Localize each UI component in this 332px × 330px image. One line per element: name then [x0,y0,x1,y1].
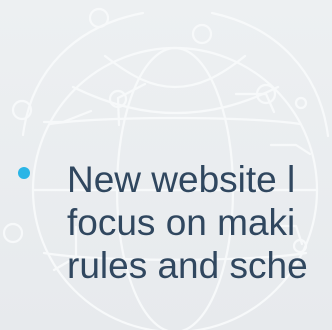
bullet-text-line-1: New website l [67,159,296,200]
bullet-dot-icon [18,167,30,179]
bullet-text-block: New website l focus on maki rules and sc… [18,158,332,287]
bullet-text-line-3: rules and sche [67,245,308,286]
bullet-list-item: New website l [18,158,332,201]
bullet-text-line-2: focus on maki [67,202,296,243]
bullet-text-line-2-row: focus on maki [18,201,332,244]
bullet-text-line-3-row: rules and sche [18,244,332,287]
presentation-slide: New website l focus on maki rules and sc… [0,0,332,330]
